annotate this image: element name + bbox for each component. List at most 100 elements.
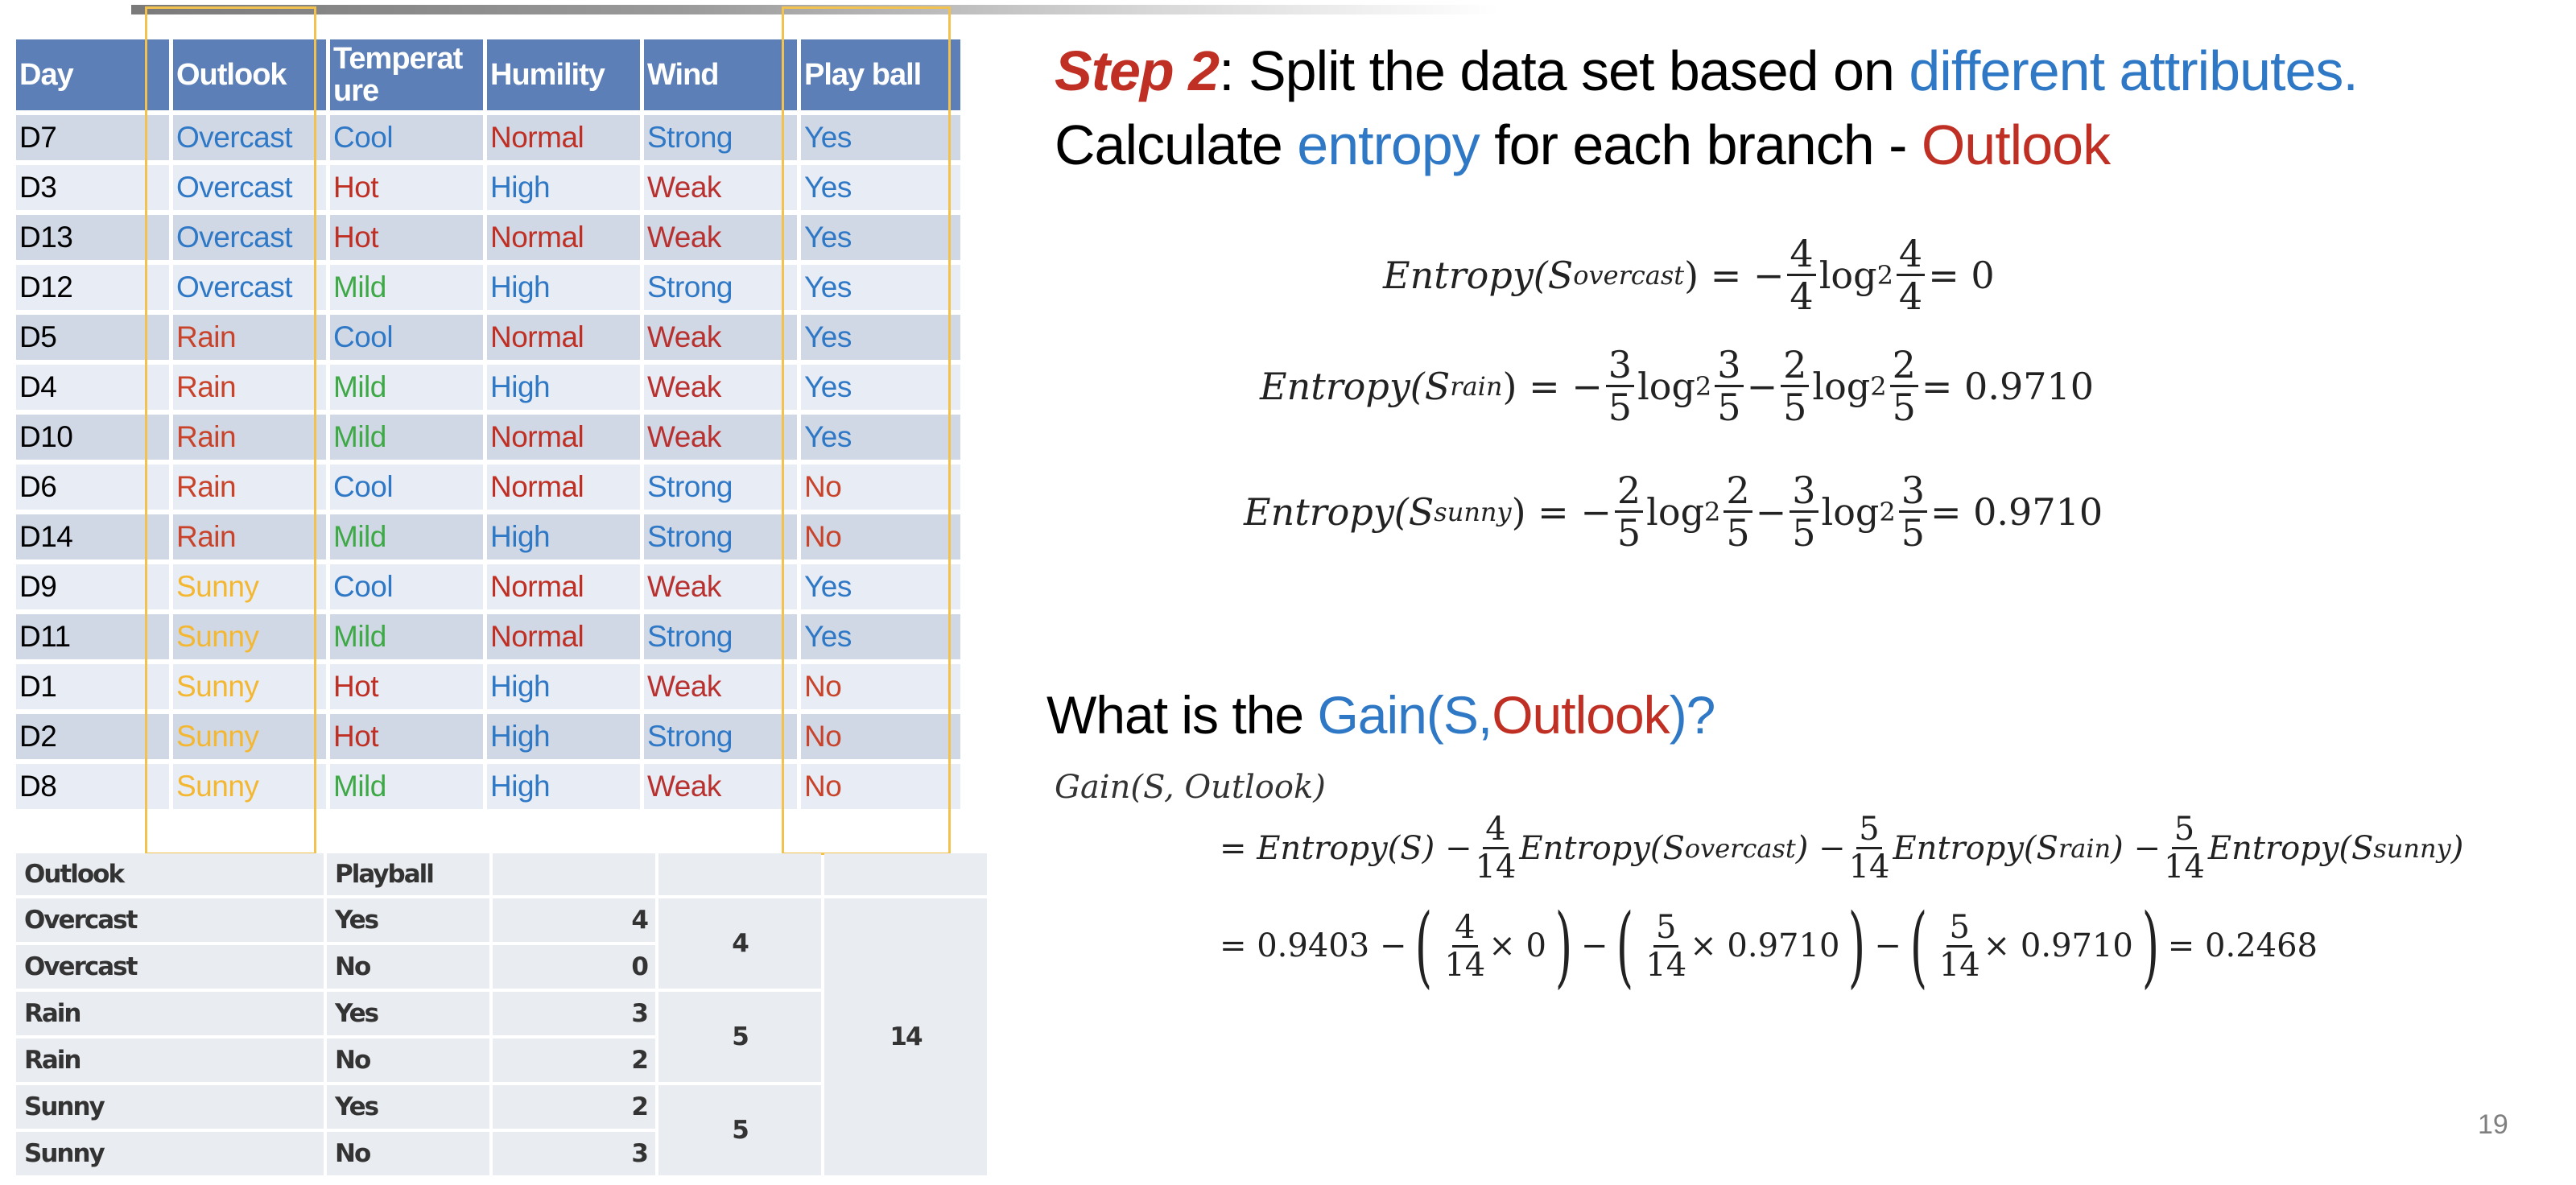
summary-playball: No	[327, 945, 489, 989]
fraction: 35	[1790, 472, 1818, 551]
cell-humility: Normal	[487, 614, 640, 659]
table-row: D2 Sunny Hot High Strong No	[16, 714, 960, 759]
denominator: 4	[1898, 275, 1923, 318]
cell-humility: High	[487, 265, 640, 310]
heading-text: : Split the data set based on	[1219, 39, 1909, 102]
table-row: Overcast Yes 4 4 14	[16, 898, 987, 1175]
summary-count: 2	[493, 1038, 655, 1082]
cell-wind: Strong	[644, 465, 797, 510]
numerator: 4	[1452, 911, 1478, 948]
numerator: 4	[1483, 813, 1509, 849]
cell-play-ball: No	[801, 764, 960, 809]
cell-outlook: Sunny	[173, 564, 326, 609]
gain-formula-line2: = 0.9403 − (4 14 × 0) − (5 14 × 0.9710) − …	[1220, 902, 2318, 990]
cell-outlook: Overcast	[173, 165, 326, 210]
log-text: log	[1646, 489, 1705, 534]
fraction: 35	[1898, 472, 1927, 551]
gain-formula-line1: = Entropy(S) − 4 14 Entropy(S overcast) − 5…	[1220, 813, 2463, 883]
summary-header-count	[493, 853, 655, 895]
cell-temperature: Cool	[330, 564, 483, 609]
denominator: 5	[1616, 511, 1641, 555]
heading-highlight: different attributes.	[1909, 39, 2358, 102]
cell-day: D9	[16, 564, 169, 609]
numerator: 4	[1896, 235, 1926, 276]
table-row: D1 Sunny Hot High Weak No	[16, 664, 960, 709]
summary-header-row: Outlook Playball	[16, 853, 987, 895]
header-temperature: Temperat ure	[330, 39, 483, 110]
cell-play-ball: Yes	[801, 315, 960, 360]
denominator: 5	[1892, 386, 1916, 429]
table-row: D5 Rain Cool Normal Weak Yes	[16, 315, 960, 360]
table-row: D13 Overcast Hot Normal Weak Yes	[16, 215, 960, 260]
table-row: D7 Overcast Cool Normal Strong Yes	[16, 115, 960, 160]
cell-outlook: Rain	[173, 514, 326, 559]
log-base: 2	[1876, 259, 1893, 291]
parenthesis: )	[2141, 894, 2160, 997]
entropy-label: Entropy(S	[1260, 364, 1451, 408]
entropy-formula-overcast: Entropy(S overcast) = −4 4 log 2 4 4 = 0	[1383, 235, 1995, 315]
fraction: 25	[1614, 472, 1644, 555]
cell-play-ball: Yes	[801, 165, 960, 210]
cell-wind: Strong	[644, 115, 797, 160]
cell-day: D10	[16, 415, 169, 460]
cell-humility: High	[487, 514, 640, 559]
cell-day: D5	[16, 315, 169, 360]
summary-count: 2	[493, 1085, 655, 1129]
cell-outlook: Sunny	[173, 714, 326, 759]
cell-temperature: Hot	[330, 165, 483, 210]
cell-outlook: Rain	[173, 315, 326, 360]
cell-humility: Normal	[487, 215, 640, 260]
cell-play-ball: Yes	[801, 564, 960, 609]
gain-value: × 0.9710	[1983, 927, 2133, 964]
summary-count: 0	[493, 945, 655, 989]
fraction: 4 14	[1444, 911, 1485, 981]
cell-outlook: Rain	[173, 465, 326, 510]
summary-count: 3	[493, 1132, 655, 1175]
gain-question: What is the Gain(S,Outlook)?	[1046, 684, 1715, 745]
fraction: 44	[1787, 235, 1816, 315]
cell-wind: Weak	[644, 764, 797, 809]
numerator: 2	[1781, 346, 1810, 387]
question-attr: Outlook	[1492, 685, 1670, 745]
cell-humility: Normal	[487, 465, 640, 510]
cell-day: D11	[16, 614, 169, 659]
cell-wind: Strong	[644, 514, 797, 559]
fraction: 4 14	[1476, 813, 1517, 883]
log-text: log	[1637, 364, 1695, 408]
entropy-result: = 0.9710	[1930, 489, 2103, 534]
cell-day: D12	[16, 265, 169, 310]
summary-header-outlook: Outlook	[16, 853, 324, 895]
cell-play-ball: No	[801, 664, 960, 709]
denominator: 14	[1444, 946, 1486, 984]
cell-temperature: Cool	[330, 115, 483, 160]
cell-humility: High	[487, 664, 640, 709]
fraction: 35	[1715, 346, 1744, 426]
question-close: )?	[1669, 685, 1716, 745]
numerator: 5	[1946, 911, 1972, 948]
heading-text: Calculate	[1055, 114, 1298, 176]
summary-playball: No	[327, 1038, 489, 1082]
summary-outlook: Rain	[16, 1038, 324, 1082]
cell-day: D2	[16, 714, 169, 759]
table-row: D6 Rain Cool Normal Strong No	[16, 465, 960, 510]
summary-group-total: 5	[658, 992, 821, 1082]
outlook-summary-table: Outlook Playball Overcast Yes 4 4 14 Ove…	[13, 850, 990, 1179]
operator: ) = −	[1684, 253, 1785, 297]
fraction: 5 14	[1645, 911, 1686, 981]
numerator: 5	[1856, 813, 1882, 849]
cell-wind: Weak	[644, 365, 797, 410]
weather-data-table: Day Outlook Temperat ure Humility Wind Pl…	[12, 35, 964, 814]
gain-value: × 0	[1488, 927, 1546, 964]
cell-temperature: Cool	[330, 315, 483, 360]
entropy-subscript: rain	[1450, 370, 1503, 402]
denominator: 5	[1726, 511, 1750, 555]
log-base: 2	[1879, 496, 1896, 527]
parenthesis: (	[1909, 894, 1928, 997]
summary-outlook: Rain	[16, 992, 324, 1035]
cell-day: D3	[16, 165, 169, 210]
numerator: 5	[2171, 813, 2198, 849]
summary-group-total: 5	[658, 1085, 821, 1175]
summary-header-total	[824, 853, 987, 895]
log-text: log	[1821, 489, 1880, 534]
cell-outlook: Overcast	[173, 115, 326, 160]
